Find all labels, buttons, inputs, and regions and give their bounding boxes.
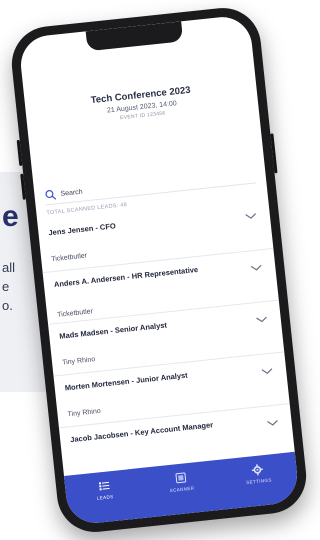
event-header: Tech Conference 2023 21 August 2023, 14:… (25, 78, 259, 131)
tab-scanner[interactable]: SCANNER (141, 460, 223, 518)
gear-icon (252, 464, 264, 476)
search-bar[interactable]: Search (43, 164, 257, 206)
tab-leads-label: LEADS (96, 494, 114, 501)
lead-name: Jens Jensen - CFO (48, 221, 117, 238)
chevron-down-icon[interactable] (260, 366, 275, 377)
background-text-fragment: e (2, 279, 10, 294)
chevron-down-icon[interactable] (254, 314, 269, 325)
list-icon (98, 481, 110, 491)
phone-mockup: Tech Conference 2023 21 August 2023, 14:… (8, 4, 310, 536)
background-heading-fragment: e (2, 200, 19, 233)
lead-company: Ticketbutler (56, 308, 94, 319)
background-text-fragment: o. (2, 298, 13, 313)
tab-settings-label: SETTINGS (245, 477, 272, 486)
scanner-icon (175, 472, 187, 484)
tab-scanner-label: SCANNER (169, 485, 195, 494)
background-text-fragment: all (2, 260, 16, 275)
search-icon (45, 190, 57, 200)
lead-company: Tiny Rhino (61, 356, 96, 367)
search-input[interactable]: Search (60, 188, 83, 197)
leads-list: Jens Jensen - CFO Ticketbutler Anders A.… (37, 197, 296, 481)
chevron-down-icon[interactable] (249, 262, 264, 273)
chevron-down-icon[interactable] (243, 210, 258, 221)
lead-company: Tiny Rhino (67, 407, 102, 419)
chevron-down-icon[interactable] (265, 417, 280, 428)
tab-settings[interactable]: SETTINGS (218, 452, 300, 510)
lead-company: Ticketbutler (50, 252, 88, 264)
tab-leads[interactable]: LEADS (64, 468, 146, 526)
